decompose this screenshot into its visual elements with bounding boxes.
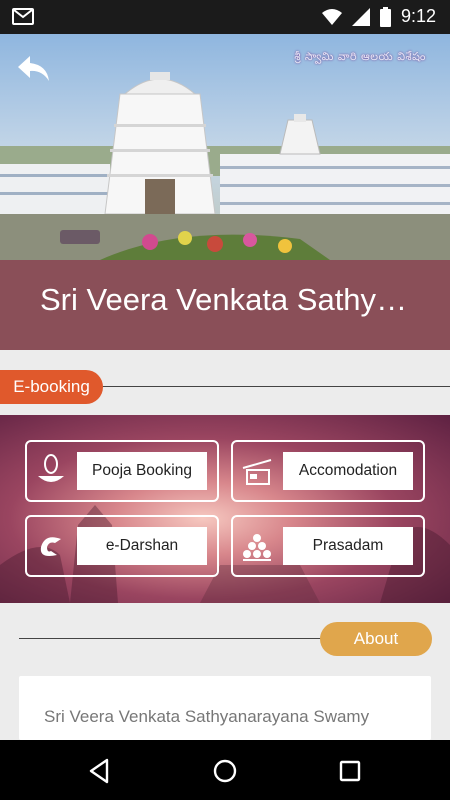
clock: 9:12 [400, 6, 436, 26]
bed-icon [242, 459, 272, 485]
accomodation-label: Accomodation [283, 452, 413, 490]
signal-icon [351, 7, 370, 26]
recents-icon[interactable] [337, 758, 363, 784]
hero-image: శ్రీ స్వామి వారి ఆలయ విశేషం [0, 34, 450, 260]
status-bar: 9:12 [0, 0, 450, 34]
wifi-icon [321, 8, 342, 25]
about-divider [19, 638, 324, 639]
back-icon[interactable] [87, 758, 113, 784]
battery-icon [379, 6, 391, 27]
ebooking-divider [100, 386, 450, 387]
navigation-bar [0, 740, 450, 800]
temple-illustration [0, 34, 450, 260]
about-card: Sri Veera Venkata Sathyanarayana Swamy [19, 676, 431, 740]
pooja-booking-label: Pooja Booking [77, 452, 207, 490]
page-title: Sri Veera Venkata Sathyanarayana Swamy [40, 282, 410, 317]
temple-title-band: Sri Veera Venkata Sathyanarayana Swamy [0, 260, 450, 350]
about-section-label: About [320, 622, 432, 656]
telugu-caption: శ్రీ స్వామి వారి ఆలయ విశేషం [294, 50, 426, 63]
prasadam-label: Prasadam [283, 527, 413, 565]
ebooking-panel: Pooja Booking Accomodation e-Darshan Pra… [0, 415, 450, 603]
e-darshan-label: e-Darshan [77, 527, 207, 565]
about-text: Sri Veera Venkata Sathyanarayana Swamy [44, 707, 370, 726]
e-darshan-button[interactable]: e-Darshan [25, 515, 219, 577]
accomodation-button[interactable]: Accomodation [231, 440, 425, 502]
prasadam-button[interactable]: Prasadam [231, 515, 425, 577]
laddu-stack-icon [243, 534, 271, 561]
ebooking-section-label: E-booking [0, 370, 103, 404]
pooja-booking-button[interactable]: Pooja Booking [25, 440, 219, 502]
home-icon[interactable] [212, 758, 238, 784]
back-arrow-icon[interactable] [16, 54, 52, 84]
gmail-icon [12, 8, 34, 25]
lamp-icon [38, 454, 64, 482]
e-logo-icon [40, 537, 61, 556]
